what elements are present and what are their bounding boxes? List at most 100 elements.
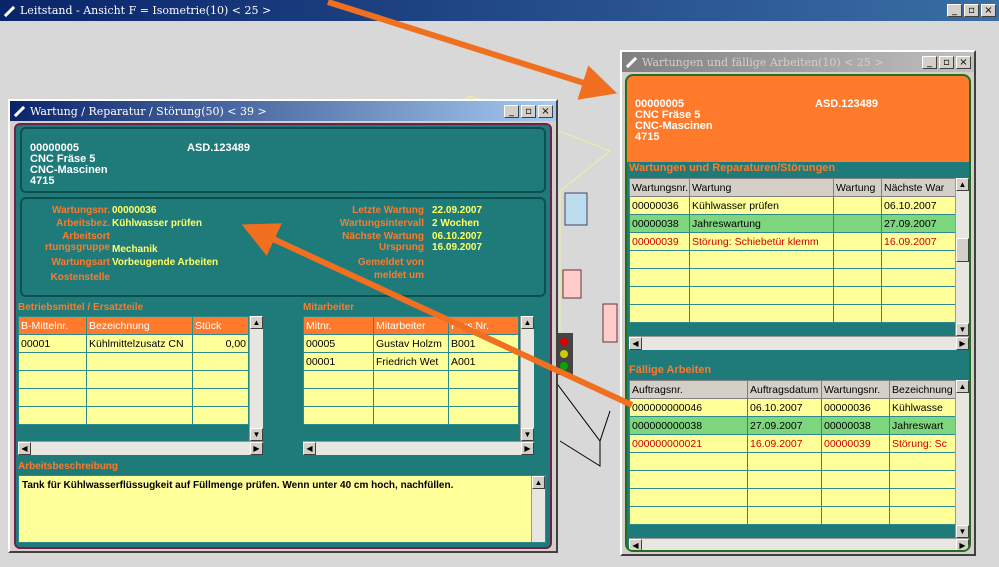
table-cell: Störung: Sc	[889, 434, 956, 453]
betrieb-vscroll[interactable]: ▲ ▼	[249, 316, 263, 441]
table-cell	[881, 268, 956, 287]
table-cell	[889, 488, 956, 507]
app-icon	[2, 4, 16, 18]
table-cell: 16.09.2007	[747, 434, 822, 453]
window-icon	[624, 55, 638, 69]
table-cell	[821, 506, 890, 525]
table-cell: 06.10.2007	[881, 196, 956, 215]
arbeitsbez-label: Arbeitsbez.	[56, 218, 110, 229]
table-row[interactable]	[18, 388, 249, 407]
close-button[interactable]: ×	[956, 55, 971, 69]
mitarbeiter-hscroll[interactable]: ◀ ▶	[303, 441, 534, 455]
table-row[interactable]	[629, 250, 956, 269]
main-title-bar: Leitstand - Ansicht F = Isometrie(10) < …	[0, 0, 999, 21]
wartungen-title: Wartungen und Reparaturen/Störungen	[629, 162, 836, 174]
table-cell	[689, 304, 834, 323]
faellig-table[interactable]: Auftragsnr. Auftragsdatum Wartungsnr. Bezei…	[629, 380, 956, 525]
table-row[interactable]	[303, 406, 519, 425]
wartungen-hscroll[interactable]: ◀ ▶	[629, 336, 969, 350]
column-header[interactable]: Pers.Nr.	[448, 316, 519, 335]
table-row[interactable]: 00001 Kühlmittelzusatz CN 0,00	[18, 334, 249, 353]
faellig-hscroll[interactable]: ◀ ▶	[629, 538, 969, 550]
table-cell	[833, 250, 882, 269]
column-header[interactable]: Bezeichnung	[889, 380, 956, 399]
mitarbeiter-table[interactable]: Mitnr. Mitarbeiter Pers.Nr. 00005 Gustav Hol…	[303, 316, 519, 425]
machine-cost-center: 4715	[30, 175, 55, 187]
column-header[interactable]: Stück	[192, 316, 249, 335]
table-row[interactable]	[18, 370, 249, 389]
table-cell: 000000000021	[629, 434, 748, 453]
wartungen-table[interactable]: Wartungsnr. Wartung Wartung Nächste War 0000…	[629, 178, 956, 323]
table-row[interactable]	[629, 268, 956, 287]
minimize-button[interactable]: _	[504, 104, 519, 118]
list-machine-header: 00000005 ASD.123489 CNC Fräse 5 CNC-Masc…	[627, 76, 969, 162]
table-cell	[629, 470, 748, 489]
table-row[interactable]: 000000000046 06.10.2007 00000036 Kühlwasse	[629, 398, 956, 417]
table-row[interactable]	[629, 286, 956, 305]
table-row[interactable]: 00000036 Kühlwasser prüfen 06.10.2007	[629, 196, 956, 215]
faellig-vscroll[interactable]: ▲ ▼	[955, 380, 969, 538]
table-cell: B001	[448, 334, 519, 353]
table-row[interactable]	[303, 388, 519, 407]
column-header[interactable]: Wartungsnr.	[821, 380, 890, 399]
column-header[interactable]: Wartung	[833, 178, 882, 197]
naechste-value: 06.10.2007	[432, 231, 483, 242]
table-cell	[448, 406, 519, 425]
maximize-button[interactable]: ▫	[939, 55, 954, 69]
table-row[interactable]: 00000038 Jahreswartung 27.09.2007	[629, 214, 956, 233]
beschreibung-textarea[interactable]: Tank für Kühlwasserflüssugkeit auf Füllm…	[18, 475, 546, 543]
gemeldet-von-label: Gemeldet von	[357, 257, 424, 268]
intervall-value: 2 Wochen	[432, 218, 480, 229]
maximize-button[interactable]: ▫	[964, 4, 979, 17]
table-cell	[881, 250, 956, 269]
table-cell	[833, 214, 882, 233]
table-row[interactable]	[629, 304, 956, 323]
betrieb-hscroll[interactable]: ◀ ▶	[18, 441, 263, 455]
betrieb-table[interactable]: B-Mittelnr. Bezeichnung Stück 00001 Kühlmitt…	[18, 316, 249, 425]
close-button[interactable]: ×	[538, 104, 553, 118]
table-row[interactable]	[18, 352, 249, 371]
table-cell	[192, 406, 249, 425]
table-cell: 00000039	[629, 232, 690, 251]
table-cell	[303, 388, 374, 407]
column-header[interactable]: Nächste War	[881, 178, 956, 197]
table-row[interactable]: 00000039 Störung: Schiebetür klemm 16.09.2…	[629, 232, 956, 251]
column-header[interactable]: Wartungsnr.	[629, 178, 690, 197]
table-cell	[448, 370, 519, 389]
wartungsnr-label: Wartungsnr.	[52, 205, 110, 216]
table-row[interactable]: 00005 Gustav Holzm B001	[303, 334, 519, 353]
minimize-button[interactable]: _	[947, 4, 962, 17]
gruppe-value: Mechanik	[112, 244, 158, 255]
column-header[interactable]: Bezeichnung	[86, 316, 193, 335]
column-header[interactable]: Auftragsdatum	[747, 380, 822, 399]
table-row[interactable]	[303, 370, 519, 389]
table-row[interactable]: 000000000038 27.09.2007 00000038 Jahreswart	[629, 416, 956, 435]
column-header[interactable]: B-Mittelnr.	[18, 316, 87, 335]
table-cell: 00005	[303, 334, 374, 353]
column-header[interactable]: Auftragsnr.	[629, 380, 748, 399]
maximize-button[interactable]: ▫	[521, 104, 536, 118]
table-cell	[303, 406, 374, 425]
table-row[interactable]: 000000000021 16.09.2007 00000039 Störung: S…	[629, 434, 956, 453]
table-cell: Kühlwasser prüfen	[689, 196, 834, 215]
column-header[interactable]: Mitarbeiter	[373, 316, 449, 335]
table-cell	[18, 352, 87, 371]
table-cell	[629, 250, 690, 269]
mitarbeiter-vscroll[interactable]: ▲ ▼	[520, 316, 534, 441]
close-button[interactable]: ×	[981, 4, 996, 17]
table-row[interactable]	[629, 470, 956, 489]
column-header[interactable]: Mitnr.	[303, 316, 374, 335]
column-header[interactable]: Wartung	[689, 178, 834, 197]
table-row[interactable]: 00001 Friedrich Wet A001	[303, 352, 519, 371]
table-cell: Jahreswartung	[689, 214, 834, 233]
wartungen-vscroll[interactable]: ▲ ▼	[955, 178, 969, 336]
maintenance-list-window: Wartungen und fällige Arbeiten(10) < 25 …	[620, 50, 976, 556]
table-row[interactable]	[629, 452, 956, 471]
minimize-button[interactable]: _	[922, 55, 937, 69]
table-cell: 00001	[18, 334, 87, 353]
table-row[interactable]	[18, 406, 249, 425]
table-cell	[689, 250, 834, 269]
table-cell	[747, 452, 822, 471]
table-row[interactable]	[629, 488, 956, 507]
table-row[interactable]	[629, 506, 956, 525]
